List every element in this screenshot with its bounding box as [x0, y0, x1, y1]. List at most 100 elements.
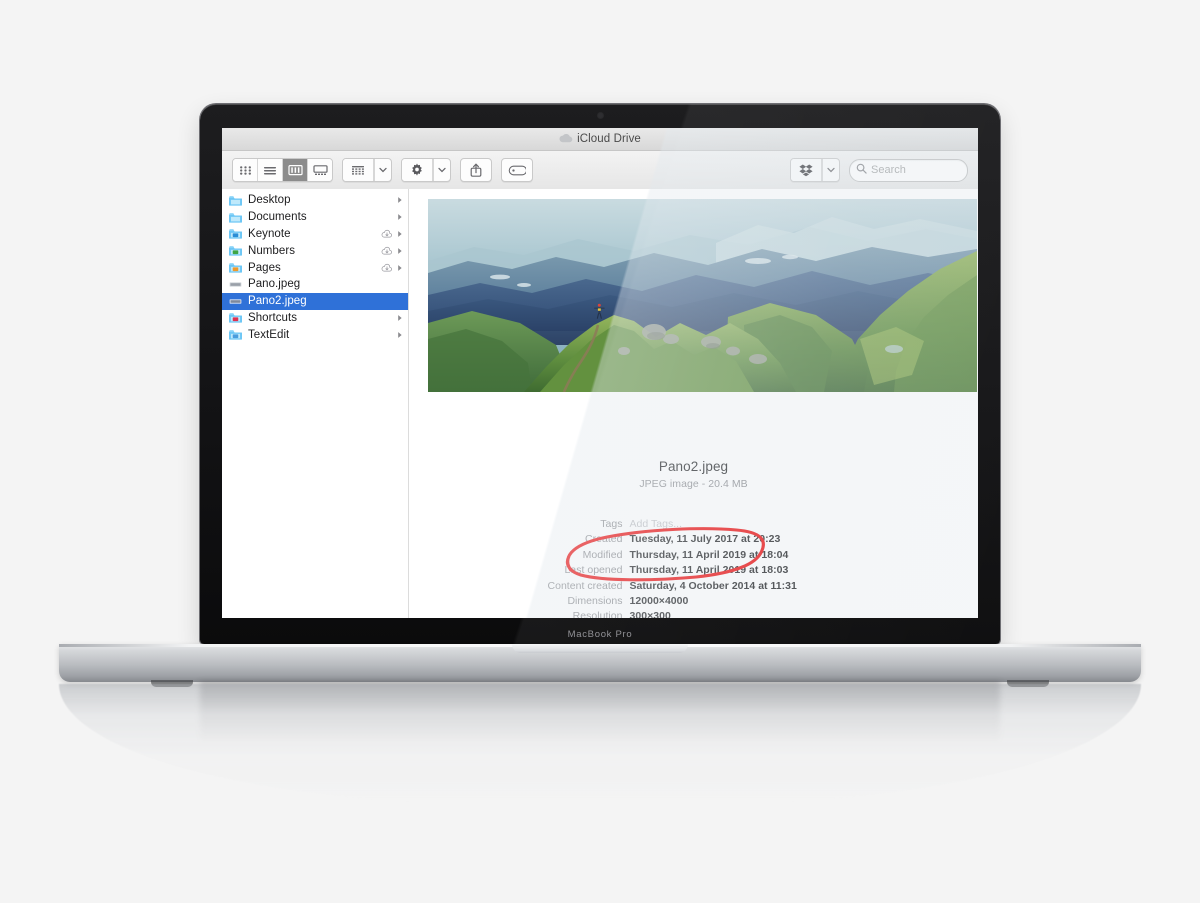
file-list-column: Desktop Documents Keynote Numbers Pages Pano.… [222, 189, 409, 618]
laptop-base [59, 644, 1141, 687]
sidebar-item-shortcuts[interactable]: Shortcuts [222, 310, 408, 327]
disclosure-triangle-icon[interactable] [397, 314, 403, 322]
metadata-label: Modified [582, 548, 623, 561]
metadata-row: Tags Add Tags... [409, 517, 978, 532]
sidebar-item-keynote[interactable]: Keynote [222, 226, 408, 243]
action-group [401, 158, 451, 182]
column-view-button[interactable] [283, 159, 308, 181]
brand-label: MacBook Pro [567, 629, 633, 640]
preview-column: Pano2.jpeg JPEG image - 20.4 MB Tags Add … [409, 189, 978, 618]
sidebar-item-label: Pano.jpeg [248, 278, 301, 291]
metadata-label: Last opened [564, 564, 623, 577]
dropbox-group [790, 158, 840, 182]
icloud-icon [559, 130, 573, 148]
sidebar-item-desktop[interactable]: Desktop [222, 192, 408, 209]
metadata-value: Thursday, 11 April 2019 at 18:03 [629, 564, 789, 577]
share-button[interactable] [460, 158, 492, 182]
preview-file-name: Pano2.jpeg [658, 459, 729, 474]
base-notch [512, 644, 688, 653]
window-title: iCloud Drive [577, 133, 641, 145]
metadata-row: Created Tuesday, 11 July 2017 at 20:23 [409, 532, 978, 547]
search-input[interactable]: Search [849, 158, 968, 182]
window-titlebar: iCloud Drive [222, 128, 978, 151]
sidebar-item-numbers[interactable]: Numbers [222, 242, 408, 259]
action-chevron-down-icon[interactable] [433, 159, 450, 181]
disclosure-triangle-icon[interactable] [397, 247, 403, 255]
sidebar-item-label: Desktop [248, 194, 291, 207]
sidebar-item-label: Pano2.jpeg [248, 295, 307, 308]
metadata-value[interactable]: Add Tags... [630, 517, 865, 532]
sidebar-item-label: Keynote [248, 227, 291, 240]
sidebar-item-accessories [397, 314, 403, 322]
image-file-icon [229, 278, 242, 291]
metadata-label: Created [585, 533, 623, 546]
icon-view-button[interactable] [233, 159, 258, 181]
sidebar-item-label: Numbers [248, 244, 296, 257]
sidebar-item-textedit[interactable]: TextEdit [222, 326, 408, 343]
metadata-label: Resolution [572, 610, 623, 618]
laptop-screen: iCloud Drive Search Desktop Documents Ke… [222, 128, 978, 618]
numbers-folder-icon [229, 244, 242, 257]
search-icon [856, 161, 867, 179]
arrange-chevron-down-icon[interactable] [374, 159, 391, 181]
image-file-icon [229, 295, 242, 308]
shortcuts-folder-icon [229, 311, 242, 324]
file-summary: Pano2.jpeg JPEG image - 20.4 MB [409, 459, 978, 490]
laptop-lid: iCloud Drive Search Desktop Documents Ke… [200, 104, 1000, 644]
sidebar-item-pano2-jpeg[interactable]: Pano2.jpeg [222, 292, 408, 310]
finder-toolbar: Search [222, 151, 978, 190]
metadata-label: Tags [600, 518, 623, 530]
sidebar-item-label: Pages [248, 261, 281, 274]
folder-icon [229, 211, 242, 224]
arrange-button[interactable] [343, 159, 374, 181]
dropbox-chevron-down-icon[interactable] [822, 159, 839, 181]
finder-window: iCloud Drive Search Desktop Documents Ke… [222, 128, 978, 618]
sidebar-item-accessories [381, 246, 403, 256]
metadata-value: Tuesday, 11 July 2017 at 20:23 [629, 533, 781, 546]
sidebar-item-label: TextEdit [248, 328, 290, 341]
finder-content: Desktop Documents Keynote Numbers Pages Pano.… [222, 189, 978, 618]
cloud-download-icon[interactable] [381, 246, 393, 256]
macbook-pro-device: iCloud Drive Search Desktop Documents Ke… [0, 0, 1200, 903]
cloud-download-icon[interactable] [381, 263, 393, 273]
dropbox-icon[interactable] [791, 159, 822, 181]
metadata-value: 12000×4000 [629, 595, 689, 608]
list-view-button[interactable] [258, 159, 283, 181]
pages-folder-icon [229, 261, 242, 274]
sidebar-item-pano-jpeg[interactable]: Pano.jpeg [222, 276, 408, 293]
sidebar-item-documents[interactable]: Documents [222, 209, 408, 226]
metadata-row: Dimensions 12000×4000 [409, 594, 978, 609]
metadata-label: Content created [547, 579, 623, 592]
disclosure-triangle-icon[interactable] [397, 264, 403, 272]
sidebar-item-label: Documents [248, 211, 307, 224]
metadata-row: Last opened Thursday, 11 April 2019 at 18… [409, 563, 978, 578]
sidebar-item-accessories [397, 331, 403, 339]
cloud-download-icon[interactable] [381, 229, 393, 239]
arrange-group [342, 158, 392, 182]
disclosure-triangle-icon[interactable] [397, 213, 403, 221]
tag-button[interactable] [501, 158, 533, 182]
disclosure-triangle-icon[interactable] [397, 331, 403, 339]
sidebar-item-pages[interactable]: Pages [222, 259, 408, 276]
metadata-row: Content created Saturday, 4 October 2014 … [409, 579, 978, 594]
sidebar-item-accessories [381, 229, 403, 239]
keynote-folder-icon [229, 227, 242, 240]
folder-icon [229, 194, 242, 207]
metadata-value: Saturday, 4 October 2014 at 11:31 [629, 579, 797, 592]
metadata-row: Modified Thursday, 11 April 2019 at 18:04 [409, 548, 978, 563]
sidebar-item-accessories [397, 196, 403, 204]
gear-icon[interactable] [402, 159, 433, 181]
disclosure-triangle-icon[interactable] [397, 230, 403, 238]
textedit-folder-icon [229, 328, 242, 341]
metadata-label: Dimensions [567, 595, 623, 608]
gallery-view-button[interactable] [308, 159, 332, 181]
metadata-row: Resolution 300×300 [409, 609, 978, 618]
sidebar-item-accessories [381, 263, 403, 273]
sidebar-item-accessories [397, 213, 403, 221]
search-placeholder: Search [871, 164, 906, 176]
webcam-icon [597, 113, 603, 118]
view-mode-group [232, 158, 333, 182]
preview-file-kind-size: JPEG image - 20.4 MB [639, 478, 748, 490]
disclosure-triangle-icon[interactable] [397, 196, 403, 204]
metadata-value: Thursday, 11 April 2019 at 18:04 [629, 548, 789, 561]
